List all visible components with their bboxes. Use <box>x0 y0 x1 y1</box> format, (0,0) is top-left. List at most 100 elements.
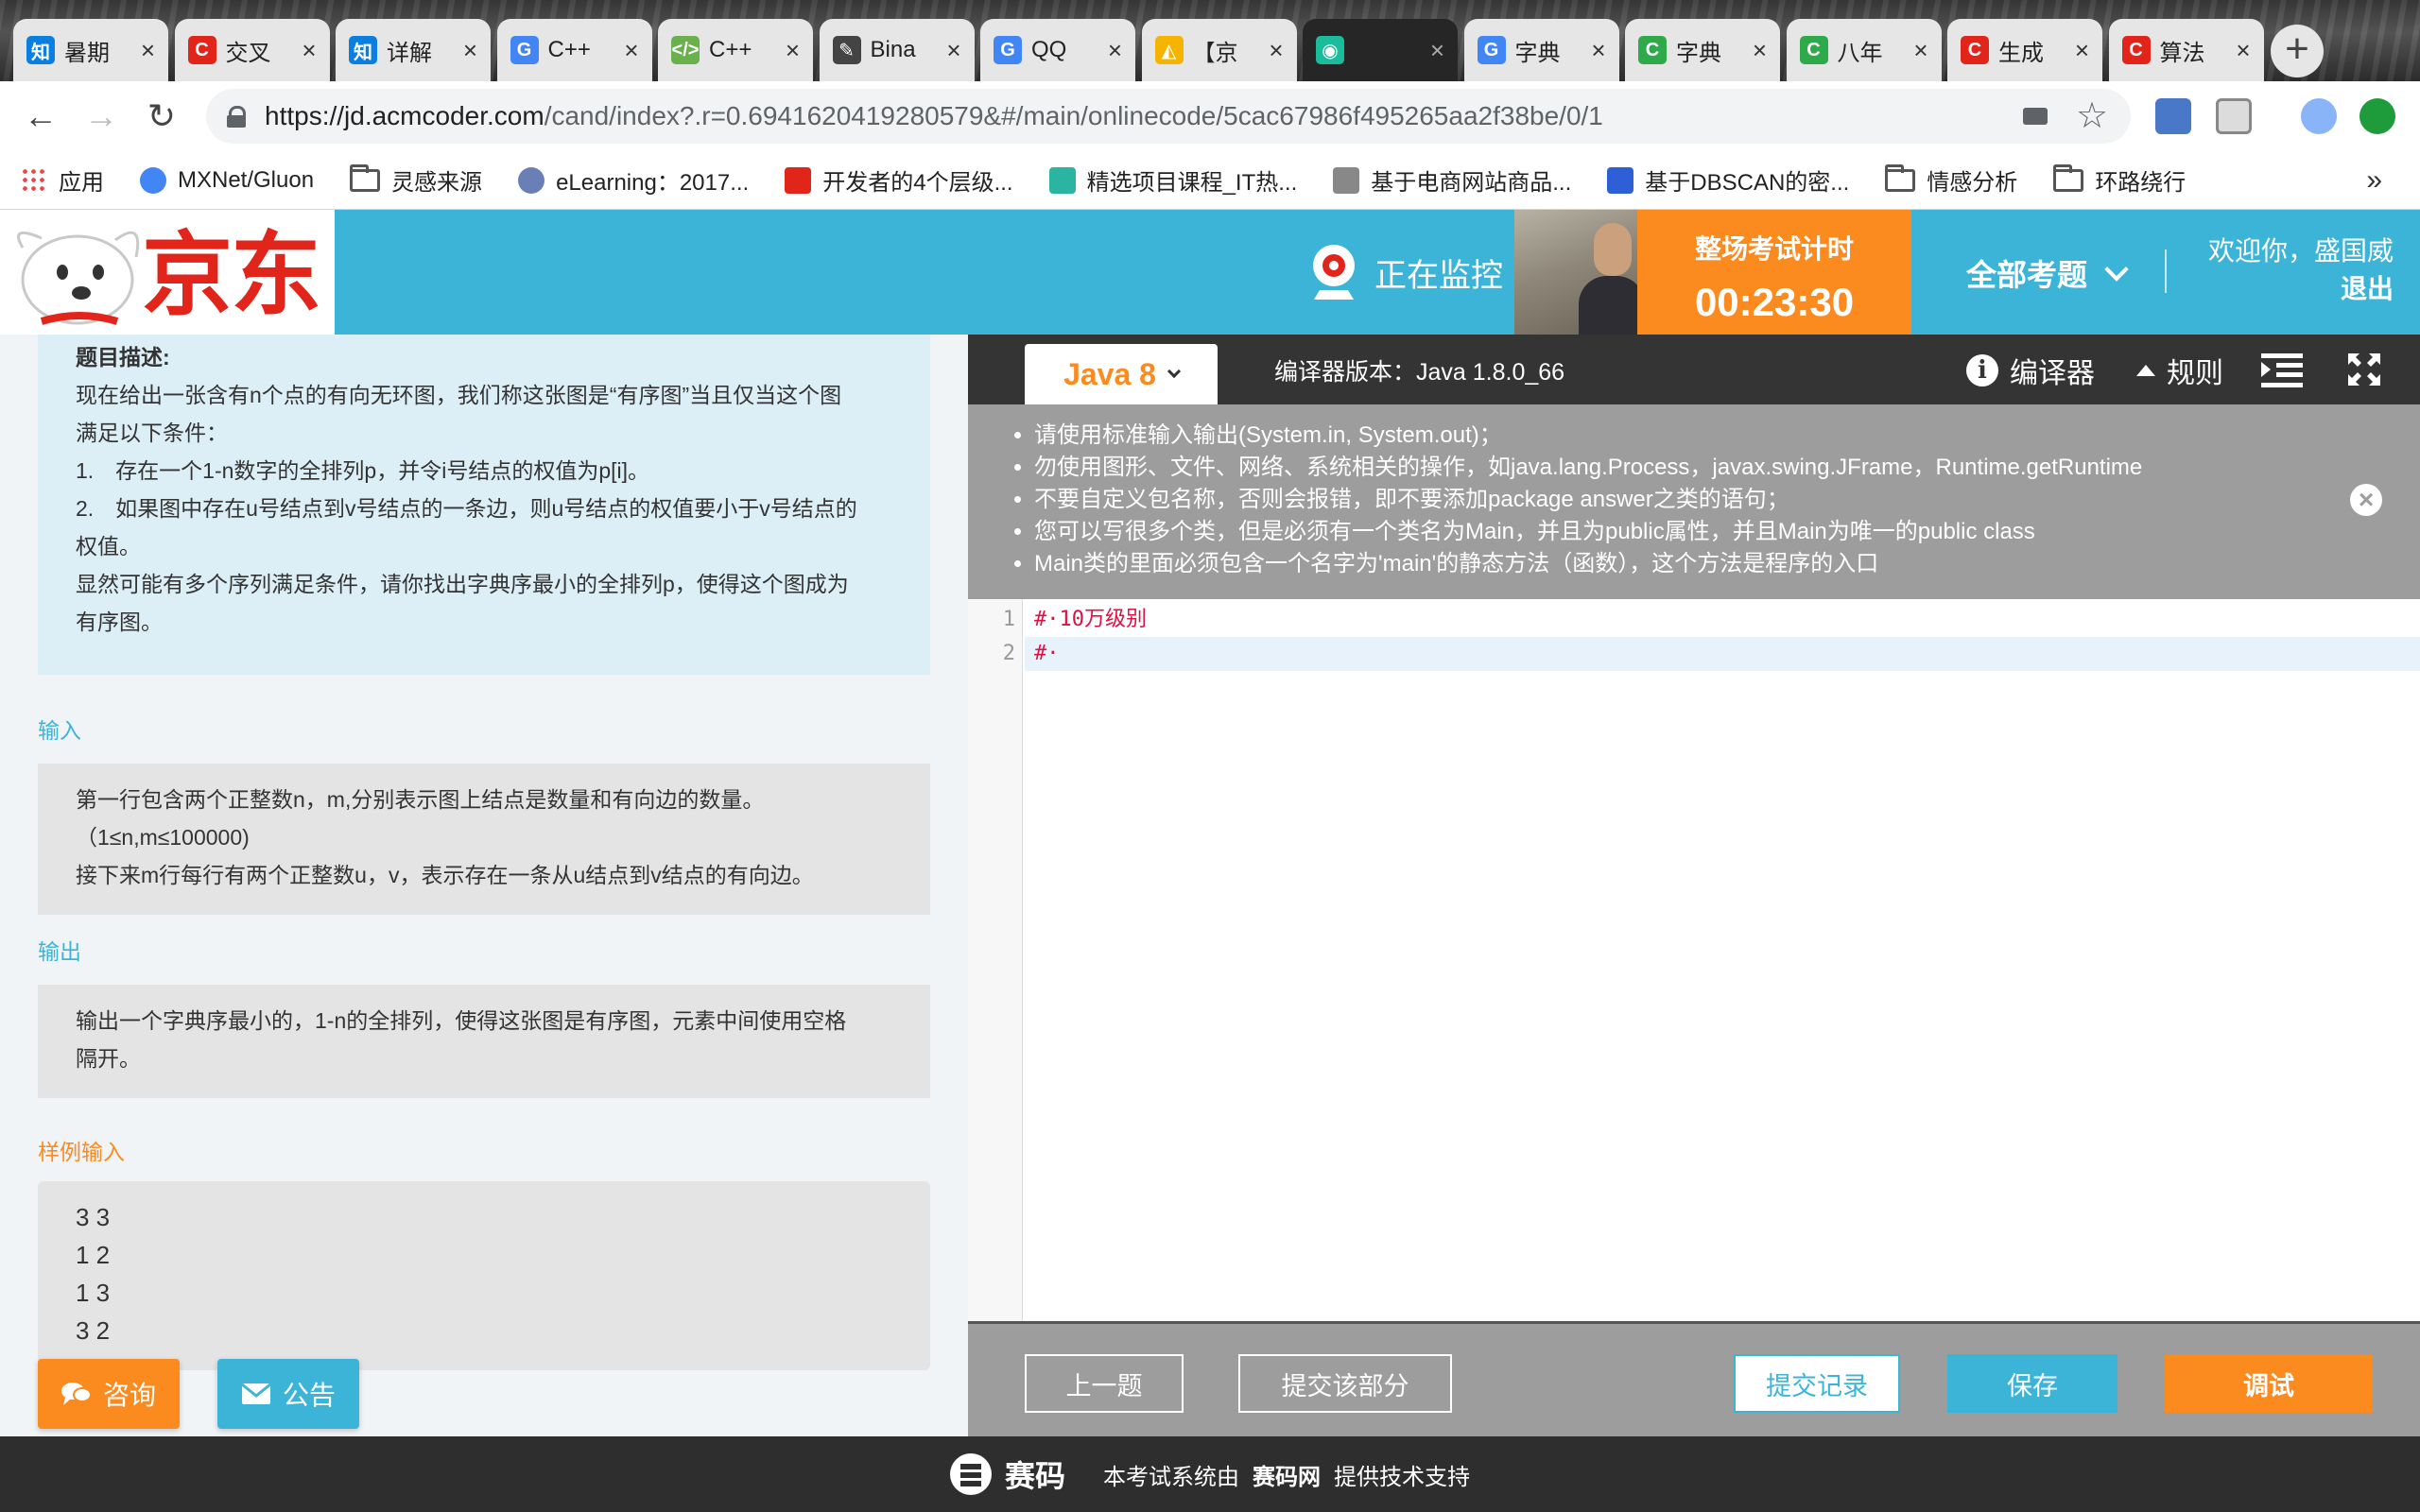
close-tab-icon[interactable]: × <box>2236 36 2250 65</box>
browser-tab[interactable]: G QQ × <box>980 19 1135 81</box>
browser-tab[interactable]: G 字典 × <box>1463 19 1619 81</box>
close-tab-icon[interactable]: × <box>1753 36 1767 65</box>
forward-button[interactable]: → <box>76 91 127 142</box>
rules-toggle[interactable]: 规则 <box>2136 350 2223 391</box>
fullscreen-icon[interactable] <box>2346 352 2382 387</box>
browser-tab[interactable]: C 生成 × <box>1947 19 2102 81</box>
reader-extension-icon[interactable] <box>2216 98 2252 134</box>
tab-title: 生成 <box>1998 40 2044 66</box>
footer-text-bold: 赛码网 <box>1253 1464 1321 1490</box>
bookmark-label: 基于电商网站商品... <box>1371 170 1572 196</box>
debug-button[interactable]: 调试 <box>2165 1354 2373 1413</box>
more-bookmarks-button[interactable]: » <box>2366 164 2382 197</box>
browser-tab[interactable]: C 八年 × <box>1786 19 1942 81</box>
bookmark-item[interactable]: eLearning：2017... <box>518 163 749 197</box>
close-icon[interactable]: × <box>2350 484 2382 516</box>
compiler-info-button[interactable]: i 编译器 <box>1966 350 2095 391</box>
close-tab-icon[interactable]: × <box>2075 36 2089 65</box>
indent-icon[interactable] <box>2261 353 2303 387</box>
close-tab-icon[interactable]: × <box>624 36 638 65</box>
browser-tab[interactable]: C 算法 × <box>2108 19 2264 81</box>
google-icon: G <box>1477 36 1506 64</box>
bookmark-item[interactable]: 开发者的4个层级... <box>785 163 1013 197</box>
bookmark-item[interactable]: MXNet/Gluon <box>140 166 314 194</box>
code-editor[interactable]: 12 #·10万级别 #· <box>968 599 2420 1321</box>
rules-label: 规则 <box>2167 358 2223 389</box>
save-button[interactable]: 保存 <box>1947 1354 2118 1413</box>
close-tab-icon[interactable]: × <box>786 36 800 65</box>
new-tab-button[interactable]: + <box>2271 25 2324 77</box>
compiler-label: 编译器 <box>2010 358 2095 389</box>
prev-question-button[interactable]: 上一题 <box>1025 1354 1184 1413</box>
close-tab-icon[interactable]: × <box>1430 36 1444 65</box>
code-line[interactable]: #· <box>1025 637 2420 671</box>
c-icon: C <box>1799 36 1828 64</box>
close-tab-icon[interactable]: × <box>141 36 155 65</box>
browser-tab[interactable]: 知暑期 × <box>13 19 168 81</box>
browser-tab[interactable]: C 交叉 × <box>174 19 330 81</box>
browser-tab[interactable]: ◉ × <box>1303 19 1458 81</box>
monitor-status: 正在监控 <box>1308 242 1503 302</box>
apps-grid-icon <box>21 166 47 194</box>
csdn-icon: C <box>1961 36 1989 64</box>
submit-part-button[interactable]: 提交该部分 <box>1238 1354 1452 1413</box>
reload-button[interactable]: ↻ <box>136 91 187 142</box>
code-line[interactable]: #·10万级别 <box>1025 603 2420 637</box>
bookmark-item[interactable]: 环路绕行 <box>2053 163 2186 197</box>
close-tab-icon[interactable]: × <box>302 36 316 65</box>
text-line: 显然可能有多个序列满足条件，请你找出字典序最小的全排列p，使得这个图成为 <box>76 572 849 596</box>
tab-title: 八年 <box>1837 40 1883 66</box>
bookmark-item[interactable]: 精选项目课程_IT热... <box>1048 163 1297 197</box>
footer-text-before: 本考试系统由 <box>1103 1464 1239 1490</box>
welcome-text: 欢迎你，盛国威 <box>2207 236 2394 266</box>
consult-button[interactable]: 咨询 <box>38 1359 180 1429</box>
google-icon: G <box>510 36 539 64</box>
webcam-icon <box>1313 245 1355 300</box>
browser-tab[interactable]: C 字典 × <box>1625 19 1780 81</box>
url-host: https://jd.acmcoder.com <box>265 101 544 130</box>
envelope-icon <box>241 1383 271 1404</box>
problem-panel[interactable]: 题目描述: 现在给出一张含有n个点的有向无环图，我们称这张图是“有序图”当且仅当… <box>0 335 968 1436</box>
text-line: 隔开。 <box>76 1046 141 1071</box>
browser-tab[interactable]: ✎ Bina × <box>819 19 975 81</box>
bookmark-item[interactable]: 应用 <box>21 163 104 197</box>
bookmark-item[interactable]: 基于电商网站商品... <box>1333 163 1571 197</box>
close-tab-icon[interactable]: × <box>1269 36 1283 65</box>
announcement-button[interactable]: 公告 <box>217 1359 359 1429</box>
timer-value: 00:23:30 <box>1694 280 1855 324</box>
camera-blocked-icon[interactable] <box>2023 108 2048 125</box>
star-bookmark-icon[interactable]: ☆ <box>2076 94 2108 137</box>
bookmark-item[interactable]: 基于DBSCAN的密... <box>1607 163 1849 197</box>
bookmark-item[interactable]: 情感分析 <box>1885 163 2017 197</box>
profile-avatar-icon[interactable] <box>2301 98 2337 134</box>
close-tab-icon[interactable]: × <box>1591 36 1605 65</box>
close-tab-icon[interactable]: × <box>946 36 960 65</box>
monitor-label: 正在监控 <box>1374 257 1503 294</box>
submission-history-button[interactable]: 提交记录 <box>1734 1354 1900 1413</box>
browser-tab[interactable]: G C++ × <box>496 19 652 81</box>
address-bar[interactable]: https://jd.acmcoder.com/cand/index?.r=0.… <box>206 89 2131 144</box>
back-button[interactable]: ← <box>15 91 66 142</box>
browser-tab[interactable]: </> C++ × <box>658 19 813 81</box>
text-line: 2. 如果图中存在u号结点到v号结点的一条边，则u号结点的权值要小于v号结点的 <box>76 496 857 521</box>
consult-label: 咨询 <box>102 1381 156 1410</box>
bookmark-item[interactable]: 灵感来源 <box>350 163 482 197</box>
language-select[interactable]: Java 8 <box>1025 344 1218 404</box>
notice-item: 不要自定义包名称，否则会报错，即不要添加package answer之类的语句； <box>1034 484 2420 516</box>
close-tab-icon[interactable]: × <box>1913 36 1927 65</box>
bookmark-label: eLearning：2017... <box>556 170 750 196</box>
browser-tab[interactable]: 知详解 × <box>336 19 491 81</box>
logout-link[interactable]: 退出 <box>2208 270 2394 308</box>
update-icon[interactable] <box>2360 98 2395 134</box>
footer-brand: 赛码 <box>1004 1459 1065 1493</box>
text-line: （1≤n,m≤100000) <box>76 825 250 850</box>
folder-icon <box>1885 163 1916 192</box>
editor-toolbar: Java 8 编译器版本：Java 1.8.0_66 i 编译器 规则 <box>968 335 2420 404</box>
close-tab-icon[interactable]: × <box>1108 36 1122 65</box>
all-questions-dropdown[interactable]: 全部考题 <box>1966 251 2129 295</box>
translate-extension-icon[interactable] <box>2155 98 2191 134</box>
input-spec: 第一行包含两个正整数n，m,分别表示图上结点是数量和有向边的数量。 （1≤n,m≤… <box>38 764 930 915</box>
browser-tab[interactable]: ◭ 【京 × <box>1141 19 1297 81</box>
text-line: 满足以下条件： <box>76 421 228 445</box>
close-tab-icon[interactable]: × <box>463 36 477 65</box>
